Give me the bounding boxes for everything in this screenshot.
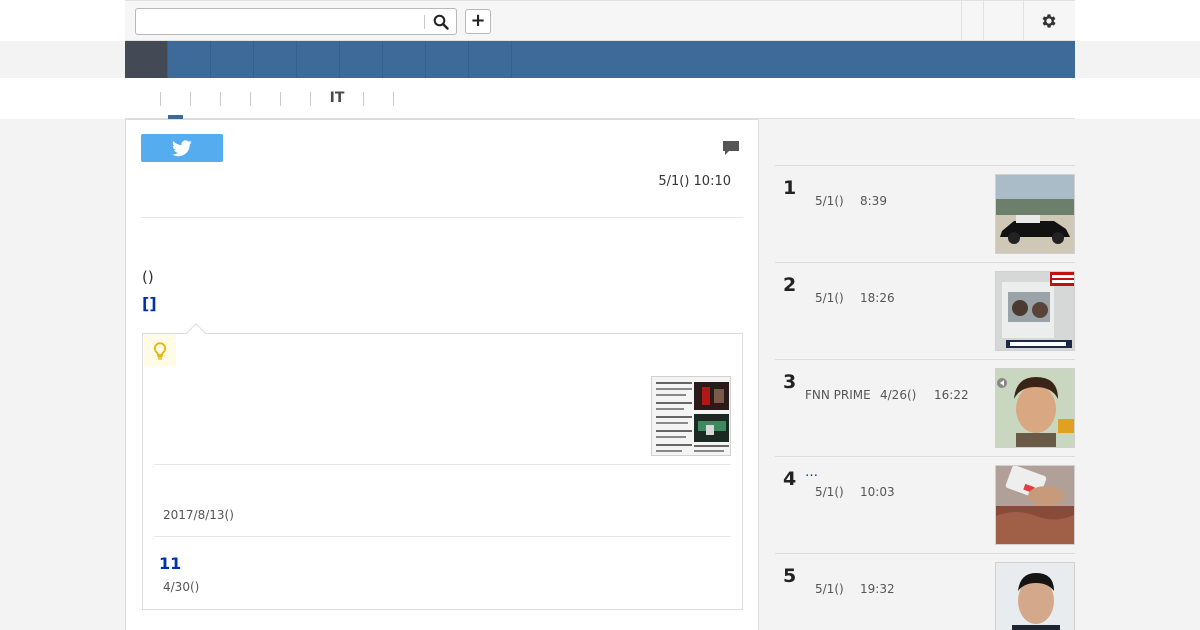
rank-time: 16:22 <box>934 388 969 402</box>
ranking-item[interactable]: 3 FNN PRIME 4/26() 16:22 <box>775 359 1075 456</box>
search-icon <box>433 14 449 30</box>
nav-item[interactable] <box>254 41 297 78</box>
ranking-item[interactable]: 2 5/1() 18:26 <box>775 262 1075 359</box>
settings-button[interactable] <box>1038 10 1060 32</box>
divider <box>154 464 731 465</box>
rank-time: 19:32 <box>860 582 895 596</box>
lightbulb-badge <box>144 335 176 367</box>
rank-time: 10:03 <box>860 485 895 499</box>
related-link[interactable]: 11 <box>159 554 181 573</box>
sub-nav: IT <box>0 78 1200 119</box>
top-header-bar: + <box>125 0 1075 41</box>
rank-date: 5/1() <box>815 582 844 596</box>
car-photo-image <box>996 175 1074 253</box>
related-articles-box: 2017/8/13() 11 4/30() <box>142 323 743 610</box>
news-video-image <box>996 272 1074 350</box>
sub-tab[interactable] <box>394 90 423 108</box>
rank-time: 8:39 <box>860 194 887 208</box>
rank-date: 5/1() <box>815 485 844 499</box>
header-divider <box>961 1 962 41</box>
article-source-text: () <box>142 268 154 286</box>
sub-tab-it[interactable]: IT <box>311 90 363 108</box>
tweet-button[interactable] <box>141 134 223 162</box>
ranking-thumbnail <box>995 271 1075 351</box>
header-divider <box>1023 1 1024 41</box>
sub-tab[interactable] <box>251 90 280 108</box>
rank-time: 18:26 <box>860 291 895 305</box>
rank-number: 5 <box>783 565 797 587</box>
ranking-item[interactable]: 1 5/1() 8:39 <box>775 165 1075 262</box>
twitter-icon <box>172 139 192 156</box>
ranking-list: 1 5/1() 8:39 2 5/1() 18:26 3 FNN PRIME 4… <box>775 165 1075 630</box>
sub-tab[interactable] <box>364 90 393 108</box>
rank-number: 3 <box>783 371 797 393</box>
ranking-item[interactable]: 4 … 5/1() 10:03 <box>775 456 1075 553</box>
nav-item[interactable] <box>426 41 469 78</box>
phone-in-hand-image <box>996 466 1074 544</box>
nav-item[interactable] <box>125 41 168 78</box>
article-card: 5/1() 10:10 () [] 2017/8/13() 11 4/30() <box>125 119 759 630</box>
ranking-item[interactable]: 5 5/1() 19:32 <box>775 553 1075 630</box>
nav-item[interactable] <box>340 41 383 78</box>
article-link[interactable]: [] <box>142 294 157 313</box>
related-date: 2017/8/13() <box>163 508 234 522</box>
header-divider <box>983 1 984 41</box>
related-thumbnail[interactable] <box>651 376 731 456</box>
rank-number: 4 <box>783 468 797 490</box>
search-input[interactable] <box>138 11 420 32</box>
nav-item[interactable] <box>383 41 426 78</box>
rank-date: 5/1() <box>815 291 844 305</box>
sub-tab[interactable] <box>221 90 250 108</box>
rank-date: 4/26() <box>880 388 917 402</box>
ranking-thumbnail <box>995 562 1075 630</box>
ranking-thumbnail <box>995 465 1075 545</box>
related-date: 4/30() <box>163 580 200 594</box>
nav-item[interactable] <box>211 41 254 78</box>
rank-number: 2 <box>783 274 797 296</box>
portrait-photo-image <box>996 563 1074 630</box>
sub-tab[interactable] <box>191 90 220 108</box>
sub-tab[interactable] <box>281 90 310 108</box>
callout-arrow <box>186 323 206 343</box>
nav-item[interactable] <box>469 41 512 78</box>
add-button[interactable]: + <box>465 9 491 34</box>
ranking-thumbnail <box>995 174 1075 254</box>
article-date: 5/1() 10:10 <box>658 174 731 189</box>
sub-nav-bar: IT <box>125 78 1075 119</box>
lightbulb-icon <box>154 342 166 360</box>
rank-date: 5/1() <box>815 194 844 208</box>
document-thumbnail-image <box>652 377 730 455</box>
ranking-thumbnail <box>995 368 1075 448</box>
top-header: + <box>0 0 1200 41</box>
rank-title-link[interactable]: … <box>805 465 818 480</box>
search-button[interactable] <box>428 11 454 32</box>
portrait-photo-image <box>996 369 1074 447</box>
search-divider <box>424 15 425 29</box>
sub-tab[interactable] <box>161 90 190 108</box>
comment-icon[interactable] <box>722 140 740 157</box>
search-box <box>135 8 457 35</box>
nav-item[interactable] <box>297 41 340 78</box>
category-nav <box>125 41 1075 78</box>
gear-icon <box>1042 14 1056 28</box>
divider <box>141 217 743 218</box>
nav-item[interactable] <box>168 41 211 78</box>
rank-source: FNN PRIME <box>805 388 871 402</box>
divider <box>154 536 731 537</box>
rank-number: 1 <box>783 177 797 199</box>
